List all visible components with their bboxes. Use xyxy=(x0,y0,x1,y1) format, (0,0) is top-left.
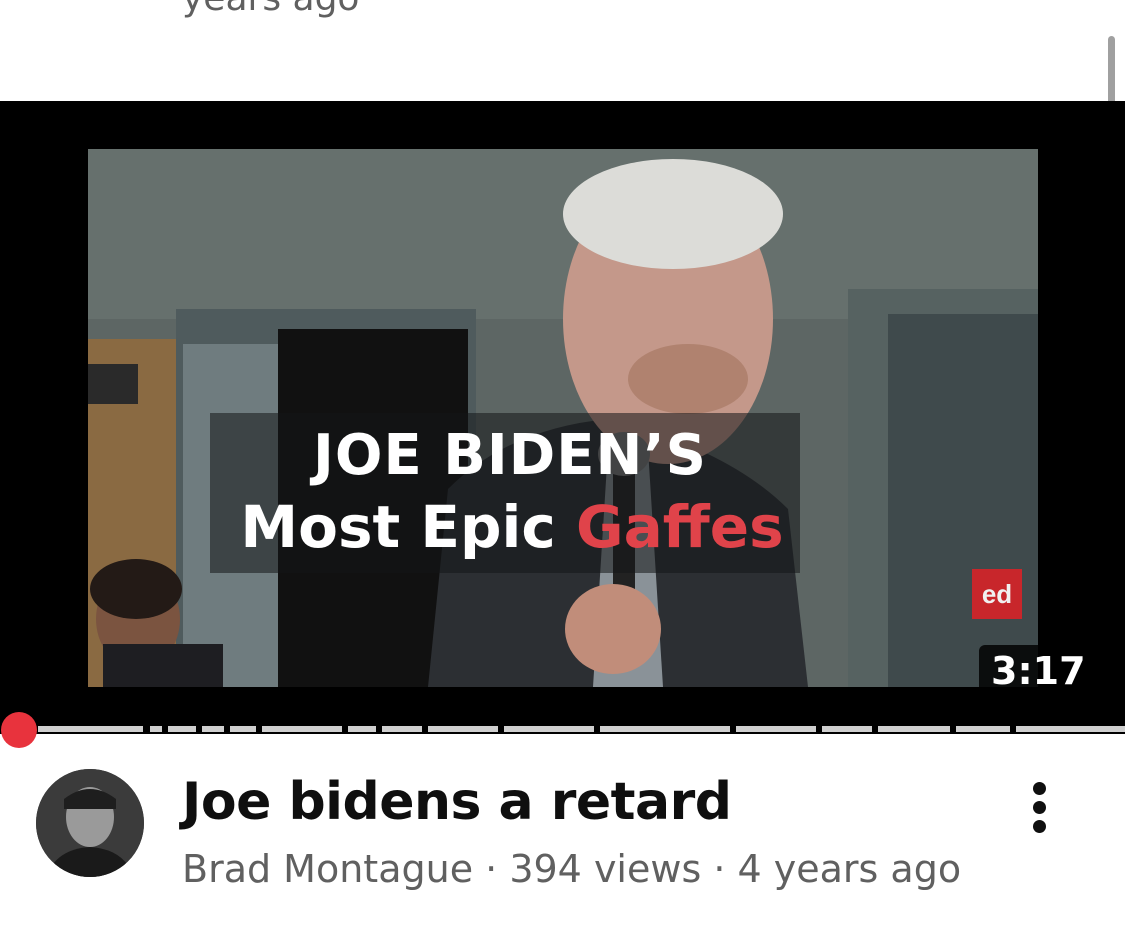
chapter-segment xyxy=(878,726,950,732)
upload-age: 4 years ago xyxy=(737,847,962,891)
channel-logo-watermark: ed xyxy=(972,569,1022,619)
overlay-title-prefix: Most Epic xyxy=(240,493,576,561)
overlay-title-line2: Most Epic Gaffes xyxy=(212,493,812,561)
video-player[interactable]: JOE BIDEN’S Most Epic Gaffes ed 3:17 xyxy=(0,101,1125,734)
view-count: 394 views xyxy=(509,847,702,891)
separator: · xyxy=(701,847,738,891)
video-title[interactable]: Joe bidens a retard xyxy=(182,772,732,832)
chapter-segment xyxy=(428,726,498,732)
chapter-segment xyxy=(38,726,143,732)
chapter-segment xyxy=(736,726,816,732)
chapter-segment xyxy=(1016,726,1125,732)
chapter-segment xyxy=(262,726,342,732)
chapter-segment xyxy=(168,726,196,732)
chapter-segment xyxy=(230,726,256,732)
chapter-segment xyxy=(956,726,1010,732)
chapter-segment xyxy=(348,726,376,732)
scrollbar[interactable] xyxy=(1108,36,1115,106)
progress-scrubber[interactable] xyxy=(1,712,37,748)
channel-avatar[interactable] xyxy=(36,769,144,877)
dot xyxy=(1033,782,1046,795)
progress-bar[interactable] xyxy=(18,726,1125,732)
channel-name[interactable]: Brad Montague xyxy=(182,847,473,891)
chapter-segment xyxy=(822,726,872,732)
avatar-image xyxy=(36,769,144,877)
previous-video-meta: years ago xyxy=(182,0,359,19)
overlay-title-line1: JOE BIDEN’S xyxy=(313,423,707,488)
youtube-feed: years ago xyxy=(0,0,1125,945)
chapter-segment xyxy=(382,726,422,732)
more-vertical-icon[interactable] xyxy=(1018,780,1062,836)
dot xyxy=(1033,820,1046,833)
dot xyxy=(1033,801,1046,814)
separator: · xyxy=(473,847,510,891)
chapter-segment xyxy=(504,726,594,732)
chapter-segment xyxy=(600,726,730,732)
chapter-segment xyxy=(202,726,224,732)
video-subtitle: Brad Montague · 394 views · 4 years ago xyxy=(182,847,961,891)
duration-badge: 3:17 xyxy=(979,645,1098,697)
overlay-title-highlight: Gaffes xyxy=(576,493,784,561)
chapter-segment xyxy=(150,726,162,732)
